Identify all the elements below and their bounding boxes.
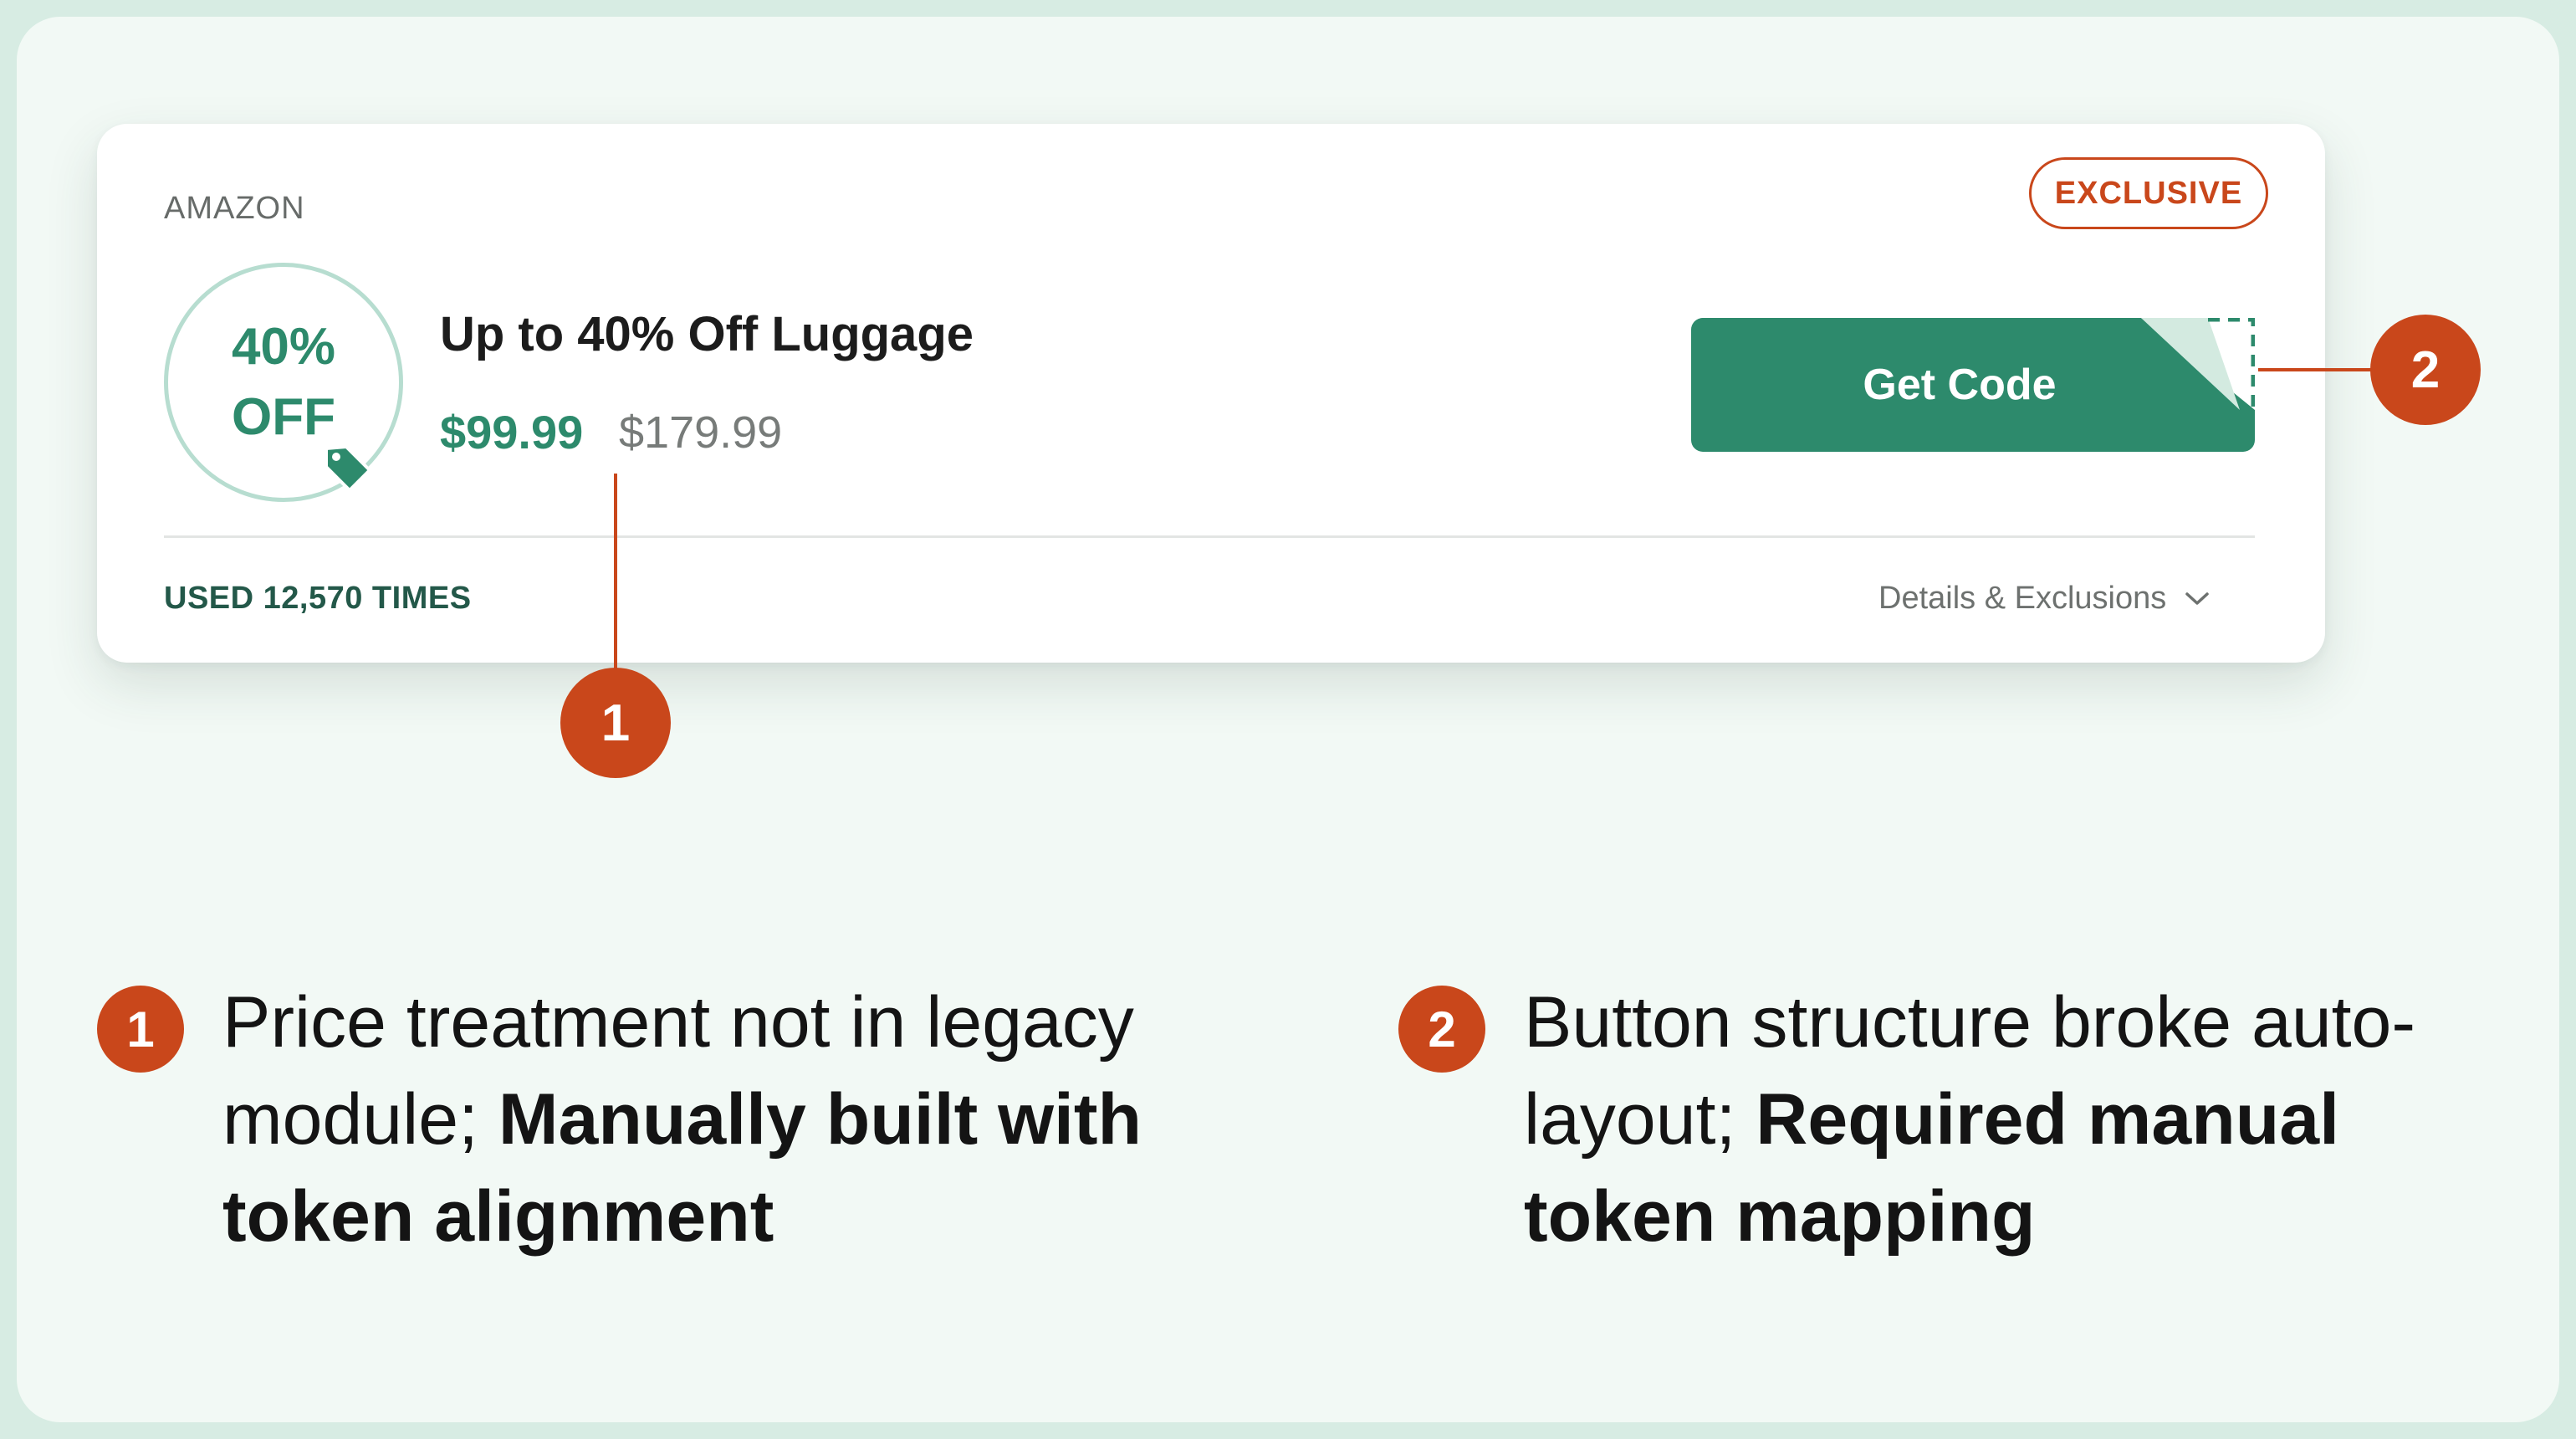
original-price: $179.99 <box>619 407 783 458</box>
callout-2-marker: 2 <box>2370 315 2481 425</box>
note-2-line3: token mapping <box>1524 1168 2415 1265</box>
details-exclusions-link[interactable]: Details & Exclusions <box>1878 581 2210 617</box>
details-label: Details & Exclusions <box>1878 581 2167 616</box>
offer-title: Up to 40% Off Luggage <box>440 307 974 361</box>
note-1-line2-bold: Manually built with <box>498 1079 1142 1160</box>
button-peel-corner <box>2141 318 2255 410</box>
discount-off: OFF <box>232 388 335 446</box>
note-1-line2: module; Manually built with <box>222 1071 1142 1168</box>
callout-1-leader-line <box>614 474 617 679</box>
card-divider <box>164 535 2255 538</box>
note-2-line2-normal: layout; <box>1524 1079 1756 1160</box>
note-2-text: Button structure broke auto- layout; Req… <box>1524 974 2415 1265</box>
annotation-panel: AMAZON EXCLUSIVE 40% OFF Up to 40% Off L… <box>17 17 2559 1422</box>
note-1-line3: token alignment <box>222 1168 1142 1265</box>
note-2-line2-bold: Required manual <box>1756 1079 2339 1160</box>
note-2: 2 Button structure broke auto- layout; R… <box>1398 974 2415 1265</box>
note-2-line1: Button structure broke auto- <box>1524 982 2416 1063</box>
note-1-text: Price treatment not in legacy module; Ma… <box>222 974 1142 1265</box>
price-tag-icon <box>325 445 371 492</box>
note-1-line1: Price treatment not in legacy <box>222 982 1134 1063</box>
callout-1-marker: 1 <box>560 668 671 778</box>
chevron-down-icon <box>2185 591 2209 605</box>
note-1-line3-bold: token alignment <box>222 1176 774 1257</box>
discount-percent: 40% <box>231 318 336 376</box>
get-code-label: Get Code <box>1863 361 2057 409</box>
store-name: AMAZON <box>164 191 305 226</box>
note-1-line2-normal: module; <box>222 1079 498 1160</box>
note-1-number: 1 <box>97 986 184 1073</box>
coupon-card: AMAZON EXCLUSIVE 40% OFF Up to 40% Off L… <box>97 124 2325 663</box>
callout-2-leader-line <box>2258 368 2380 371</box>
sale-price: $99.99 <box>440 406 584 458</box>
note-2-number: 2 <box>1398 986 1485 1073</box>
note-2-line2: layout; Required manual <box>1524 1071 2415 1168</box>
note-2-line3-bold: token mapping <box>1524 1176 2036 1257</box>
usage-count: USED 12,570 TIMES <box>164 581 472 616</box>
exclusive-badge: EXCLUSIVE <box>2029 157 2268 229</box>
note-1: 1 Price treatment not in legacy module; … <box>97 974 1142 1265</box>
